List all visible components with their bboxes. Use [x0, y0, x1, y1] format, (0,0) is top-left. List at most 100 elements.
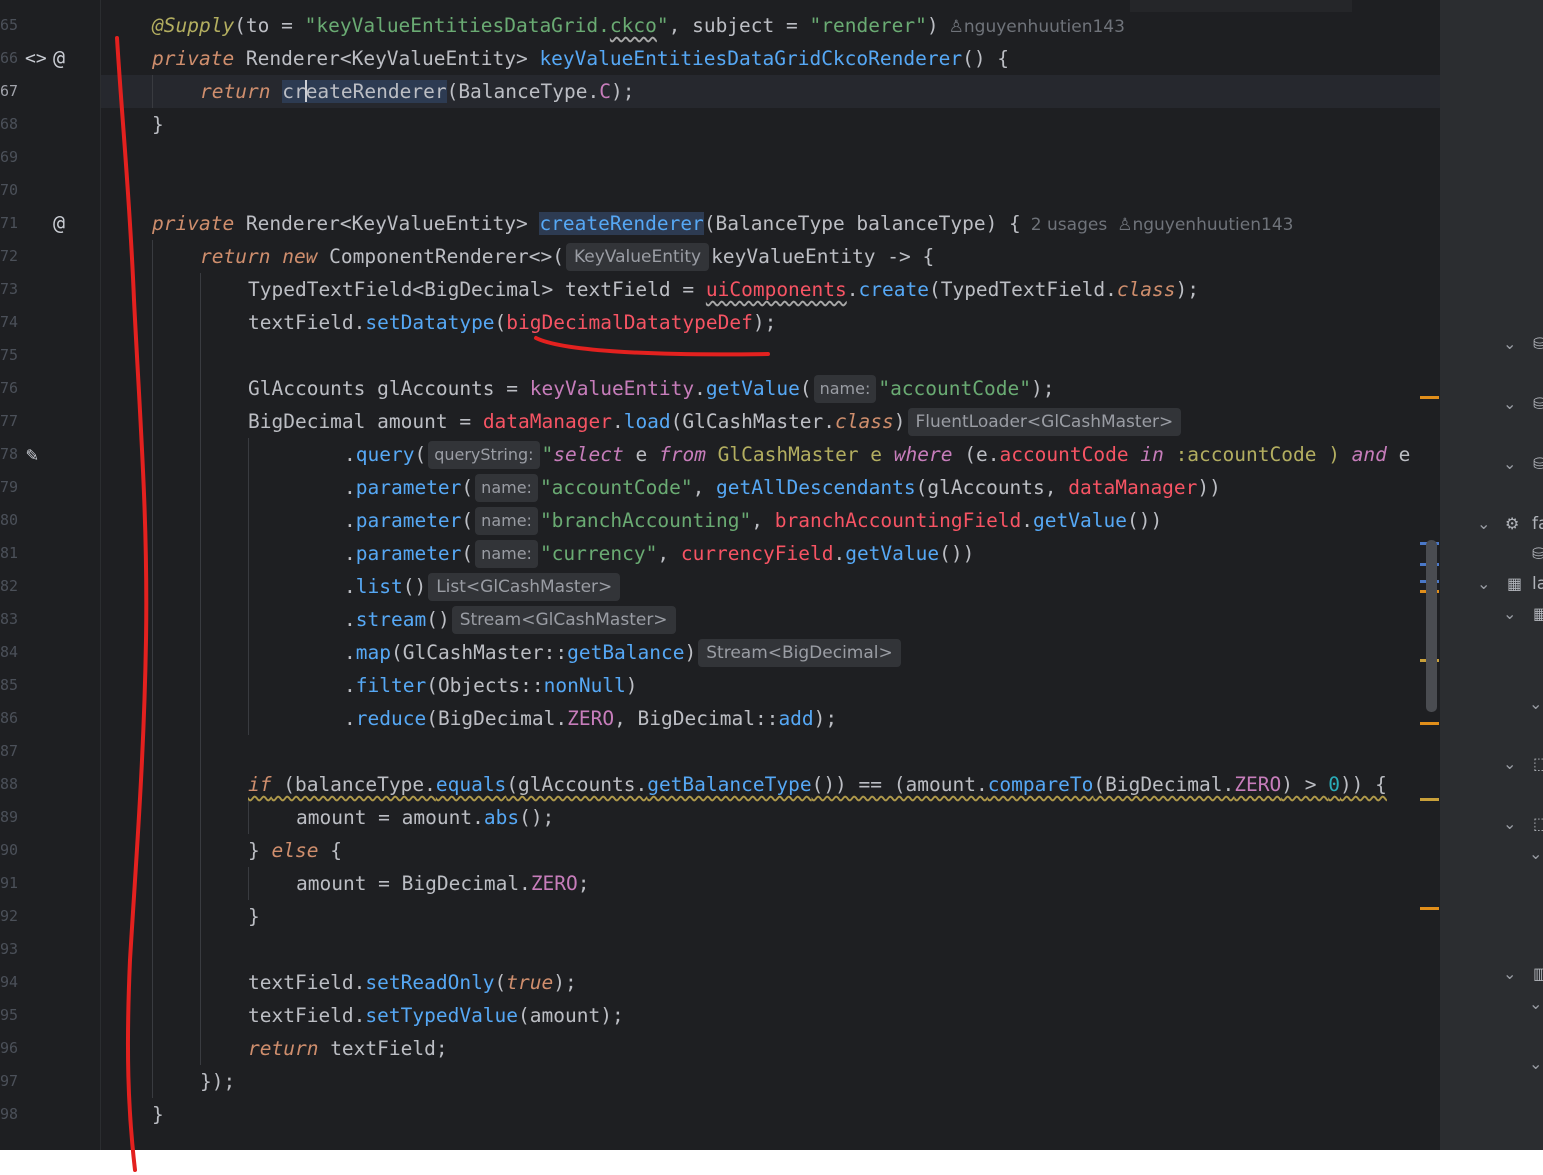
chevron-down-icon[interactable]: ⌄ [1529, 1054, 1542, 1073]
code-line[interactable]: .reduce(BigDecimal.ZERO, BigDecimal::add… [344, 702, 837, 735]
code-line[interactable]: .stream() Stream<GlCashMaster> [344, 603, 678, 636]
author-hint[interactable]: ♙nguyenhuutien143 [949, 17, 1125, 37]
code-line[interactable]: return createRenderer(BalanceType.C); [200, 75, 634, 108]
code-line[interactable]: return new ComponentRenderer<>(KeyValueE… [200, 240, 934, 273]
line-number: 74 [0, 313, 18, 331]
param-hint: queryString: [428, 441, 540, 469]
indent-guide [248, 801, 249, 834]
code-line[interactable]: private Renderer<KeyValueEntity> createR… [152, 207, 1293, 240]
database-icon: ⛁ [1533, 454, 1543, 473]
type-hint: FluentLoader<GlCashMaster> [907, 408, 1182, 436]
line-number: 88 [0, 775, 18, 793]
code-line[interactable]: } [152, 1098, 164, 1131]
chevron-down-icon[interactable]: ⌄ [1529, 844, 1542, 863]
warning-marker[interactable] [1420, 798, 1439, 801]
line-number: 78 [0, 445, 18, 463]
code-line[interactable]: TypedTextField<BigDecimal> textField = u… [248, 273, 1199, 306]
chevron-down-icon[interactable]: ⌄ [1503, 394, 1516, 413]
code-line[interactable]: if (balanceType.equals(glAccounts.getBal… [248, 768, 1387, 801]
type-hint: KeyValueEntity [565, 243, 710, 271]
param-hint: name: [475, 540, 538, 568]
code-line[interactable]: textField.setTypedValue(amount); [248, 999, 624, 1032]
indent-guide [200, 273, 201, 1065]
line-number: 97 [0, 1072, 18, 1090]
line-number: 65 [0, 16, 18, 34]
code-line[interactable]: private Renderer<KeyValueEntity> keyValu… [152, 42, 1009, 75]
code-line[interactable]: .parameter(name: "accountCode", getAllDes… [344, 471, 1221, 504]
indent-guide [248, 867, 249, 900]
at-icon[interactable]: @ [53, 207, 65, 240]
line-number: 79 [0, 478, 18, 496]
code-line[interactable]: } [152, 108, 164, 141]
structure-panel: ⌄ ⛁ ⌄ ⛁ ⌄ ⛁ ⌄ ⚙ fa ⛁ ⌄ ▦ la ⌄ ▦ ⌄ ⌄ ⬚ ⌄ … [1441, 0, 1543, 1150]
code-line[interactable]: } else { [248, 834, 342, 867]
param-hint: name: [813, 375, 877, 403]
layout-icon: ▦ [1507, 574, 1523, 593]
package-icon: ⚙ [1505, 514, 1520, 533]
code-line[interactable]: amount = amount.abs(); [296, 801, 554, 834]
chevron-down-icon[interactable]: ⌄ [1503, 334, 1516, 353]
usages-hint[interactable]: 2 usages [1031, 215, 1107, 235]
line-number: 72 [0, 247, 18, 265]
code-line[interactable]: .map(GlCashMaster::getBalance) Stream<Big… [344, 636, 903, 669]
code-line[interactable]: amount = BigDecimal.ZERO; [296, 867, 590, 900]
line-number: 69 [0, 148, 18, 166]
chevron-down-icon[interactable]: ⌄ [1529, 994, 1542, 1013]
code-line[interactable]: GlAccounts glAccounts = keyValueEntity.g… [248, 372, 1054, 405]
person-icon: ♙ [948, 17, 964, 37]
chevron-down-icon[interactable]: ⌄ [1477, 574, 1490, 593]
code-line[interactable]: textField.setReadOnly(true); [248, 966, 577, 999]
ide-window: 65 66 67 68 69 70 71 72 73 74 75 76 77 7… [0, 0, 1543, 1150]
at-icon[interactable]: @ [53, 42, 65, 75]
database-icon: ⛁ [1533, 334, 1543, 353]
warning-marker[interactable] [1420, 722, 1439, 725]
warning-marker[interactable] [1420, 907, 1439, 910]
chevron-down-icon[interactable]: ⌄ [1503, 814, 1516, 833]
line-number-gutter: 65 66 67 68 69 70 71 72 73 74 75 76 77 7… [0, 0, 100, 1150]
code-line[interactable]: .filter(Objects::nonNull) [344, 669, 638, 702]
code-line[interactable]: .query(queryString: "select e from GlCash… [344, 438, 1410, 471]
line-number: 77 [0, 412, 18, 430]
chevron-down-icon[interactable]: ⌄ [1477, 514, 1490, 533]
layout-icon: ▦ [1533, 604, 1543, 623]
chevron-down-icon[interactable]: ⌄ [1503, 964, 1516, 983]
line-number: 94 [0, 973, 18, 991]
code-line[interactable]: .list() List<GlCashMaster> [344, 570, 622, 603]
line-number: 80 [0, 511, 18, 529]
warning-marker[interactable] [1420, 396, 1439, 399]
line-number: 95 [0, 1006, 18, 1024]
implement-arrows-icon[interactable]: <> [25, 42, 47, 75]
code-line[interactable]: textField.setDatatype(bigDecimalDatatype… [248, 306, 776, 339]
table-icon: ▥ [1533, 964, 1543, 983]
line-number: 90 [0, 841, 18, 859]
vertical-scrollbar[interactable] [1426, 540, 1437, 712]
line-number: 89 [0, 808, 18, 826]
code-line[interactable]: BigDecimal amount = dataManager.load(GlC… [248, 405, 1183, 438]
line-number: 81 [0, 544, 18, 562]
chevron-down-icon[interactable]: ⌄ [1503, 754, 1516, 773]
code-line[interactable]: .parameter(name: "branchAccounting", bran… [344, 504, 1162, 537]
indent-guide [248, 438, 249, 735]
box-icon: ⬚ [1533, 754, 1543, 773]
chevron-down-icon[interactable]: ⌄ [1529, 694, 1542, 713]
database-icon: ⛁ [1533, 394, 1543, 413]
code-line[interactable]: .parameter(name: "currency", currencyFiel… [344, 537, 974, 570]
pencil-icon[interactable]: ✎ [26, 438, 38, 471]
code-line[interactable]: return textField; [248, 1032, 448, 1065]
line-number: 66 [0, 49, 18, 67]
param-hint: name: [475, 507, 538, 535]
code-line[interactable]: @Supply(to = "keyValueEntitiesDataGrid.c… [152, 9, 1125, 42]
tree-item-label[interactable]: fa [1532, 514, 1543, 534]
line-number: 68 [0, 115, 18, 133]
code-editor[interactable]: @Supply(to = "keyValueEntitiesDataGrid.c… [101, 0, 1440, 1150]
line-number: 87 [0, 742, 18, 760]
line-number: 91 [0, 874, 18, 892]
code-line[interactable]: } [248, 900, 260, 933]
chevron-down-icon[interactable]: ⌄ [1503, 604, 1516, 623]
type-hint: Stream<BigDecimal> [698, 639, 901, 667]
chevron-down-icon[interactable]: ⌄ [1503, 454, 1516, 473]
author-hint[interactable]: ♙nguyenhuutien143 [1117, 215, 1293, 235]
tree-item-label[interactable]: la [1532, 574, 1543, 594]
type-hint: Stream<GlCashMaster> [451, 606, 676, 634]
code-line[interactable]: }); [200, 1065, 235, 1098]
